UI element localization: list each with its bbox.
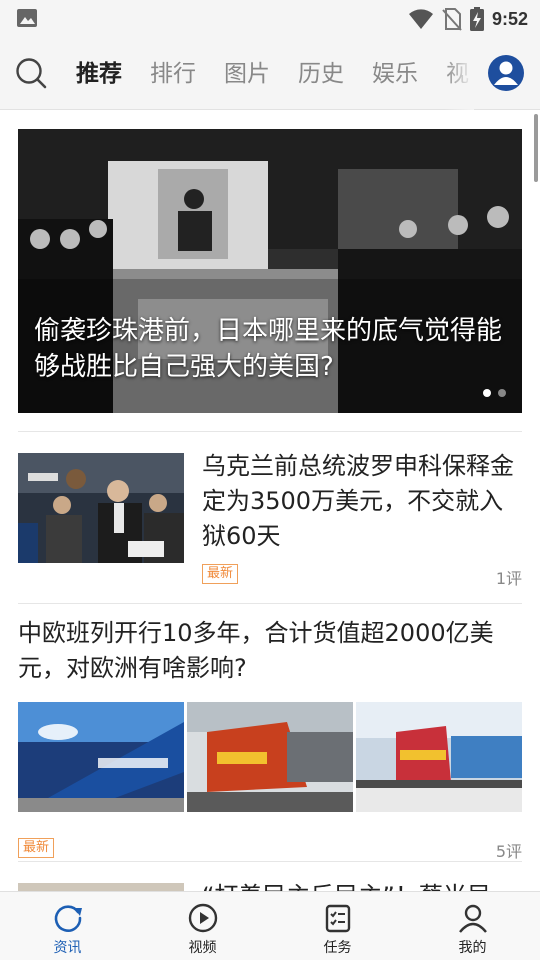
tab-entertainment[interactable]: 娱乐 [358,38,432,110]
top-tab-bar: 推荐排行图片历史娱乐视 [0,38,540,110]
tab-ranking[interactable]: 排行 [136,38,210,110]
divider [18,861,522,862]
article-image [18,702,184,812]
article-item[interactable]: 乌克兰前总统波罗申科保释金定为3500万美元，不交就入狱60天 最新 1评 [0,449,540,603]
checklist-icon [325,904,350,933]
banner-carousel[interactable]: 偷袭珍珠港前，日本哪里来的底气觉得能够战胜比自己强大的美国? [18,129,522,413]
person-icon [458,904,487,933]
search-icon[interactable] [14,56,48,90]
nav-news[interactable]: 资讯 [0,892,135,960]
article-title: 中欧班列开行10多年，合计货值超2000亿美元，对欧洲有啥影响? [18,619,494,682]
banner-caption: 偷袭珍珠港前，日本哪里来的底气觉得能够战胜比自己强大的美国? [34,316,503,382]
category-tabs: 推荐排行图片历史娱乐视 [62,38,474,110]
tab-history[interactable]: 历史 [284,38,358,110]
no-sim-icon [442,8,462,31]
carousel-indicator [483,389,506,397]
article-title: 乌克兰前总统波罗申科保释金定为3500万美元，不交就入狱60天 [202,452,514,550]
feed-scrollbar[interactable] [534,114,538,182]
nav-label: 任务 [323,940,352,956]
tab-pictures[interactable]: 图片 [210,38,284,110]
play-circle-icon [188,903,217,933]
person-silhouette-icon [494,61,518,85]
comment-count: 5评 [495,842,522,861]
tabs-fade [444,38,474,110]
divider [18,603,522,604]
article-image [187,702,353,812]
carousel-dot [498,389,506,397]
news-feed[interactable]: 偷袭珍珠港前，日本哪里来的底气觉得能够战胜比自己强大的美国? 乌克兰前总统波罗申… [0,111,540,891]
article-thumbnail [18,883,184,891]
user-avatar-icon[interactable] [488,55,524,91]
comment-count: 1评 [495,569,522,588]
battery-charging-icon [469,7,484,31]
latest-tag: 最新 [18,838,55,858]
article-thumbnail [18,453,184,563]
nav-label: 资讯 [53,940,82,956]
article-item[interactable]: 中欧班列开行10多年，合计货值超2000亿美元，对欧洲有啥影响? 最新 5评 [0,616,540,866]
article-title: “打着民主反民主”！蔡当局 [202,879,524,891]
nav-label: 视频 [188,940,217,956]
divider [18,431,522,432]
nav-label: 我的 [458,940,487,956]
article-item[interactable]: “打着民主反民主”！蔡当局 [0,879,540,891]
carousel-dot [483,389,491,397]
image-icon [17,9,37,27]
nav-video[interactable]: 视频 [135,892,270,960]
article-image [356,702,522,812]
refresh-circle-icon [54,905,82,932]
nav-mine[interactable]: 我的 [405,892,540,960]
latest-tag: 最新 [202,564,239,584]
nav-tasks[interactable]: 任务 [270,892,405,960]
tab-recommend[interactable]: 推荐 [62,38,136,110]
status-bar: 9:52 [0,0,540,38]
bottom-navigation: 资讯 视频 任务 我的 [0,891,540,960]
wifi-icon [408,9,433,29]
status-time: 9:52 [491,8,528,29]
